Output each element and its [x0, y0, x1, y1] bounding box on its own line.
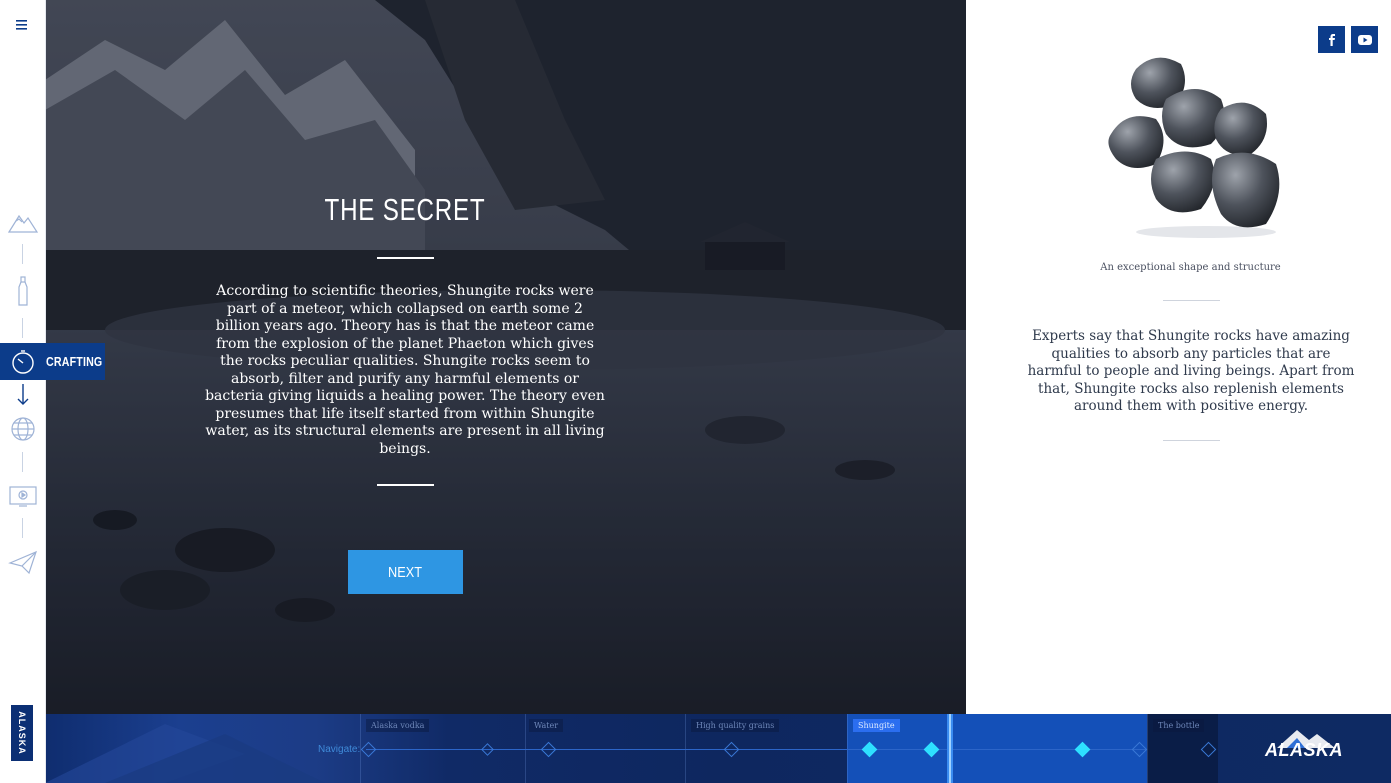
mountain-icon[interactable] [7, 206, 39, 238]
facebook-icon[interactable] [1318, 26, 1345, 53]
menu-icon[interactable] [11, 14, 33, 36]
rail-connector [22, 318, 23, 338]
rail-connector [22, 452, 23, 472]
divider [376, 484, 434, 486]
sidebar-logo[interactable]: ALASKA [11, 705, 33, 761]
navigate-label: Navigate: [318, 744, 361, 755]
divider [376, 257, 434, 259]
divider [1163, 300, 1220, 301]
next-button[interactable]: NEXT [348, 550, 463, 594]
timeline-position-indicator[interactable] [947, 714, 953, 783]
clock-icon [8, 347, 38, 377]
bottle-icon[interactable] [7, 275, 39, 307]
timeline-section-label: The bottle [1153, 719, 1205, 732]
timeline-section-label: Water [529, 719, 564, 732]
brand-logo[interactable]: ALASKA [1257, 726, 1351, 770]
image-caption: An exceptional shape and structure [1100, 262, 1281, 273]
hero-content: THE SECRET According to scientific theor… [205, 190, 605, 486]
hero-description: According to scientific theories, Shungi… [205, 283, 605, 457]
video-icon[interactable] [7, 480, 39, 512]
page-title: THE SECRET [324, 192, 486, 227]
hero-section: THE SECRET According to scientific theor… [45, 0, 966, 714]
timeline-section-label: High quality grains [691, 719, 780, 732]
next-button-label: NEXT [388, 563, 423, 581]
divider [1163, 440, 1220, 441]
timeline-section-label: Shungite [853, 719, 900, 732]
globe-icon[interactable] [7, 413, 39, 445]
info-panel: An exceptional shape and structure Exper… [966, 0, 1391, 714]
youtube-icon[interactable] [1351, 26, 1378, 53]
panel-description: Experts say that Shungite rocks have ama… [1027, 328, 1355, 414]
brand-name: ALASKA [1265, 740, 1343, 760]
timeline-navigator: Navigate: Alaska vodka Water High qualit… [45, 714, 1391, 783]
navigator-decoration [45, 724, 325, 783]
sidebar-logo-text: ALASKA [17, 711, 27, 755]
shungite-stones-image [1096, 44, 1296, 244]
arrow-down-icon [7, 382, 39, 414]
rail-connector [22, 244, 23, 264]
paper-plane-icon[interactable] [7, 546, 39, 578]
timeline-section-label: Alaska vodka [366, 719, 430, 732]
rail-connector [22, 518, 23, 538]
sidebar: CRAFTING ALASKA [0, 0, 105, 783]
sidebar-item-label: CRAFTING [46, 354, 103, 369]
sidebar-item-crafting[interactable]: CRAFTING [0, 343, 105, 380]
